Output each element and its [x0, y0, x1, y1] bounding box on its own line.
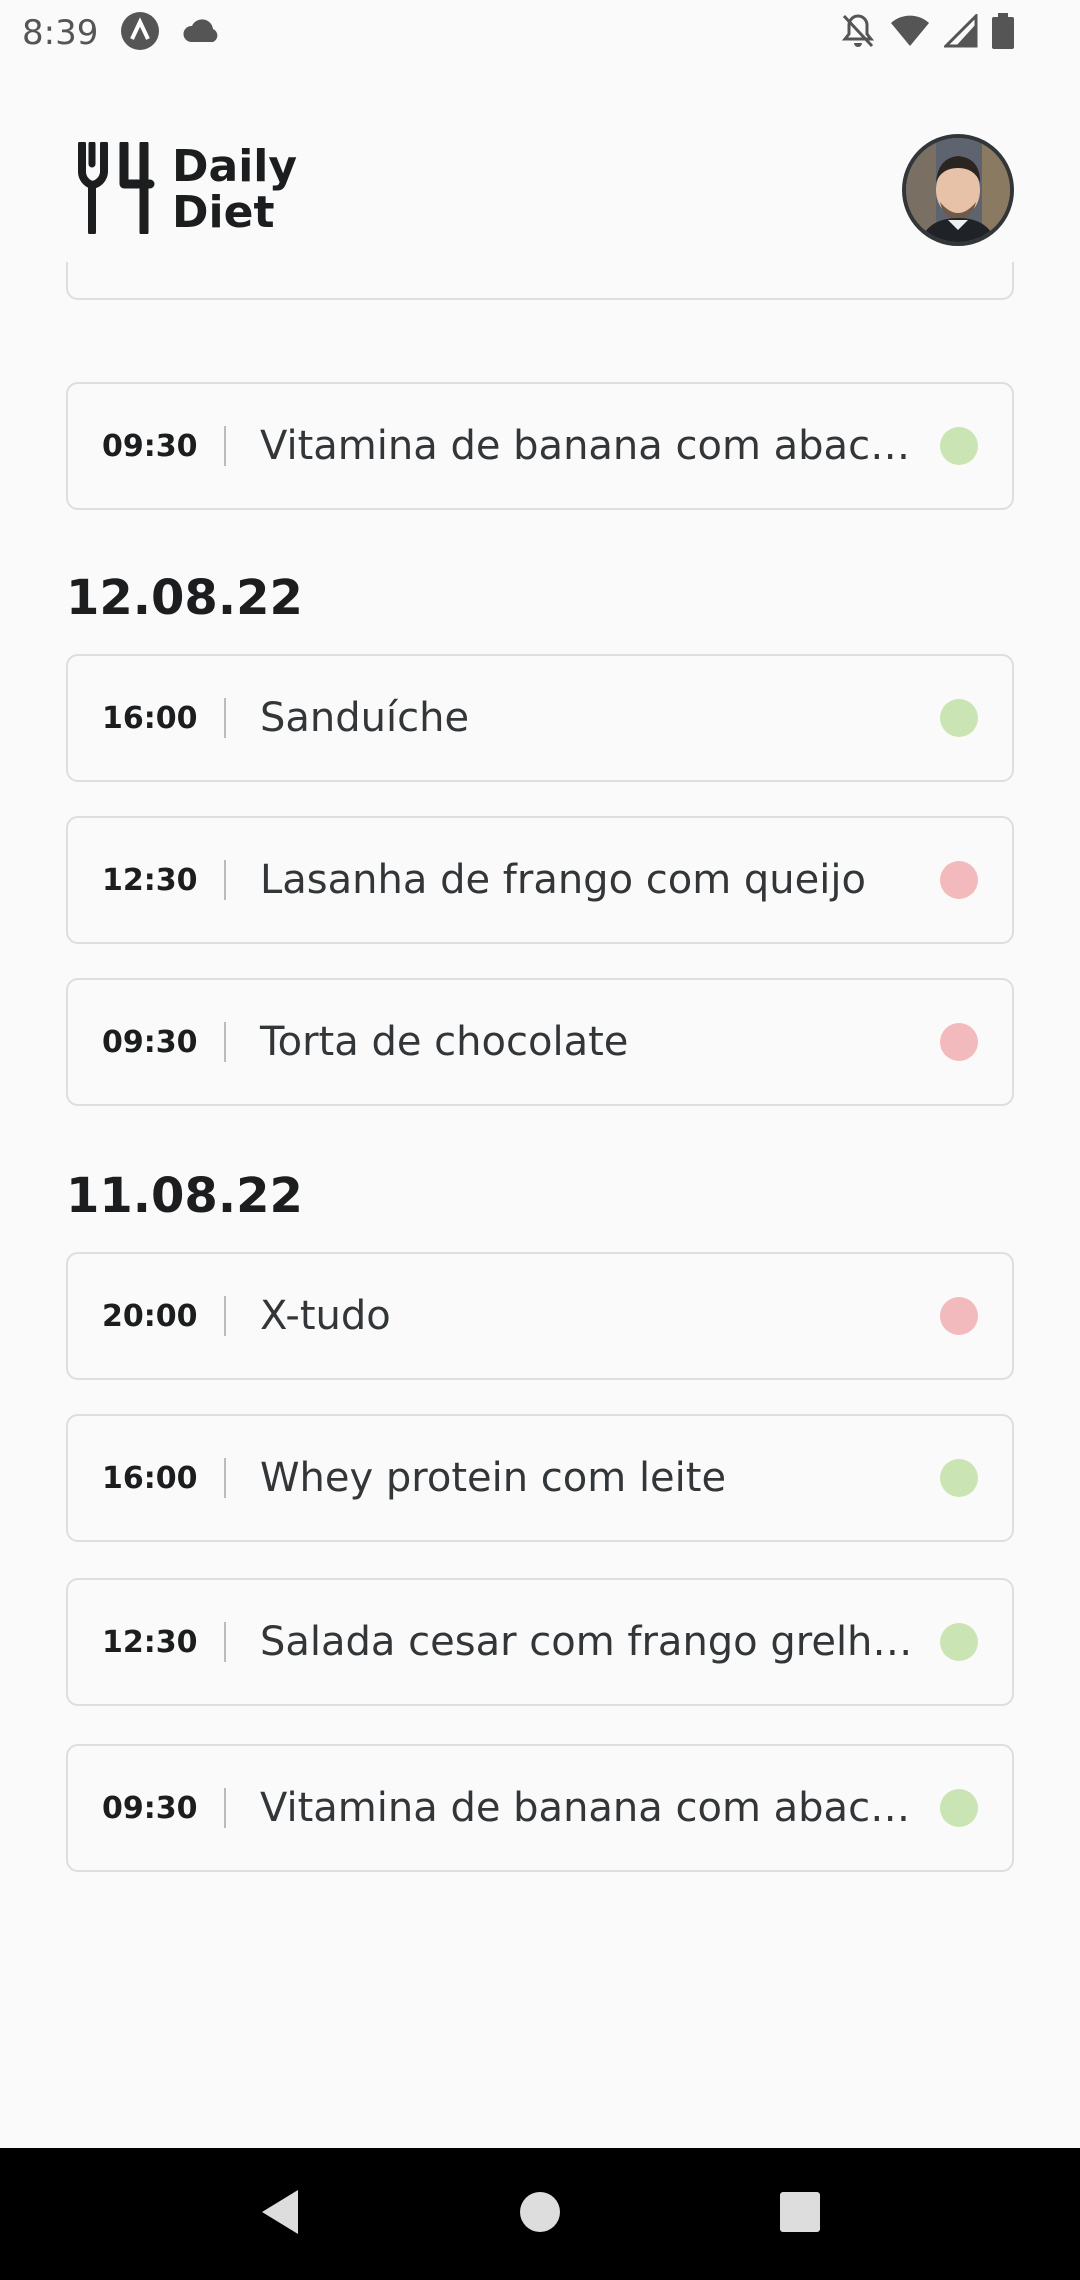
back-icon[interactable] [258, 2188, 302, 2240]
avatar[interactable] [902, 134, 1014, 246]
meal-card[interactable]: 09:30 Vitamina de banana com abacate [66, 1744, 1014, 1872]
meal-name: Whey protein com leite [260, 1455, 727, 1501]
section-date: 11.08.22 [66, 1168, 303, 1224]
meal-time: 09:30 [102, 428, 198, 464]
meal-card[interactable]: 09:30 Vitamina de banana com abacate [66, 382, 1014, 510]
meal-card[interactable]: 12:30 Salada cesar com frango grelhado [66, 1578, 1014, 1706]
app-notification-icon [120, 11, 160, 55]
meal-card[interactable]: 16:00 Whey protein com leite [66, 1414, 1014, 1542]
logo-text-line1: Daily [172, 141, 298, 192]
meal-card[interactable]: 09:30 Torta de chocolate [66, 978, 1014, 1106]
meal-card[interactable]: 12:30 Lasanha de frango com queijo [66, 816, 1014, 944]
diet-status-dot [940, 1623, 978, 1661]
header: Daily Diet [0, 120, 1080, 260]
diet-status-dot [940, 1459, 978, 1497]
meal-time: 16:00 [102, 1460, 198, 1496]
meal-name: Vitamina de banana com abacate [260, 1785, 935, 1831]
meal-time: 12:30 [102, 862, 198, 898]
avatar-photo [906, 138, 1010, 242]
diet-status-dot [940, 427, 978, 465]
navigation-bar [0, 2148, 1080, 2280]
meal-time: 09:30 [102, 1790, 198, 1826]
meal-name: Sanduíche [260, 695, 470, 741]
meal-card[interactable]: 16:00 Sanduíche [66, 654, 1014, 782]
logo-text: Daily Diet [172, 144, 297, 236]
meal-time: 09:30 [102, 1024, 198, 1060]
meal-name: Lasanha de frango com queijo [260, 857, 866, 903]
meal-name: Torta de chocolate [260, 1019, 629, 1065]
cloud-icon [182, 16, 222, 50]
meal-card[interactable] [66, 262, 1014, 300]
meal-list[interactable]: 09:30 Vitamina de banana com abacate 12.… [66, 262, 1014, 2162]
app-logo: Daily Diet [78, 139, 297, 238]
status-time: 8:39 [22, 13, 99, 53]
meal-name: X-tudo [260, 1293, 391, 1339]
meal-name: Salada cesar com frango grelhado [260, 1619, 940, 1665]
meal-name: Vitamina de banana com abacate [260, 423, 935, 469]
meal-card[interactable]: 20:00 X-tudo [66, 1252, 1014, 1380]
meal-time: 12:30 [102, 1624, 198, 1660]
logo-text-line2: Diet [172, 187, 275, 238]
signal-icon [942, 12, 978, 52]
diet-status-dot [940, 1297, 978, 1335]
meal-time: 20:00 [102, 1298, 198, 1334]
diet-status-dot [940, 861, 978, 899]
meal-time: 16:00 [102, 700, 198, 736]
status-bar: 8:39 [0, 0, 1080, 66]
section-date: 12.08.22 [66, 570, 303, 626]
diet-status-dot [940, 699, 978, 737]
fork-knife-icon [78, 139, 156, 238]
diet-status-dot [940, 1789, 978, 1827]
battery-icon [992, 13, 1014, 53]
screen: 8:39 Daily Diet 09:30 Vitamina de banana… [0, 0, 1080, 2280]
recents-icon[interactable] [778, 2190, 822, 2238]
do-not-disturb-icon [840, 12, 876, 54]
diet-status-dot [940, 1023, 978, 1061]
home-icon[interactable] [518, 2190, 562, 2238]
wifi-icon [890, 14, 930, 52]
